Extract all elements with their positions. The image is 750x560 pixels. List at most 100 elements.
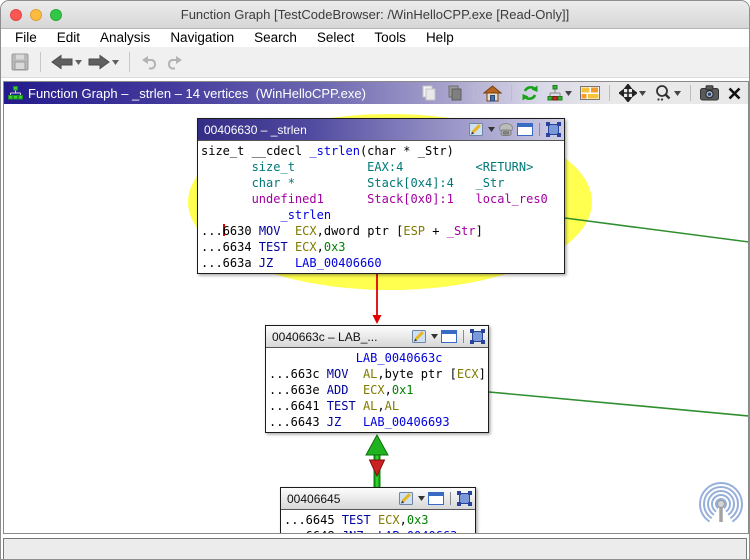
redo-button xyxy=(162,49,187,75)
forward-caret[interactable] xyxy=(112,60,119,65)
back-button[interactable] xyxy=(48,49,85,75)
copy-icon xyxy=(420,84,438,102)
graph-node-00406630[interactable]: 00406630 – _strlen size_t __cdecl _strle… xyxy=(197,118,565,274)
code-line[interactable]: size_t EAX:4 <RETURN> xyxy=(201,159,561,175)
panel-title: Function Graph – _strlen – 14 vertices (… xyxy=(28,86,366,101)
menu-edit[interactable]: Edit xyxy=(47,29,90,47)
edit-label-icon[interactable] xyxy=(412,329,428,344)
menu-navigation[interactable]: Navigation xyxy=(160,29,244,47)
undo-button xyxy=(137,49,162,75)
dropdown-caret[interactable] xyxy=(418,496,425,501)
minimize-window-button[interactable] xyxy=(30,9,42,21)
edge-loop-double-arrow xyxy=(366,435,388,487)
node-title: 00406630 – _strlen xyxy=(204,123,469,137)
refresh-button[interactable] xyxy=(519,83,541,103)
vertex-tool-icon[interactable] xyxy=(498,123,514,137)
layout-caret[interactable] xyxy=(565,91,572,96)
code-line[interactable]: ...6645 TEST ECX,0x3 xyxy=(284,512,472,528)
zoom-magnifier-icon xyxy=(654,84,672,102)
redo-icon xyxy=(165,55,184,70)
zoom-caret[interactable] xyxy=(674,91,681,96)
forward-arrow-icon xyxy=(88,54,110,70)
application-window: Function Graph [TestCodeBrowser: /WinHel… xyxy=(0,0,750,560)
full-view-icon[interactable] xyxy=(441,330,457,343)
block-format-icon xyxy=(580,86,600,100)
node-title: 0040663c – LAB_... xyxy=(272,330,412,344)
dropdown-caret[interactable] xyxy=(488,127,495,132)
menu-analysis[interactable]: Analysis xyxy=(90,29,160,47)
menu-tools[interactable]: Tools xyxy=(364,29,416,47)
group-selection-icon[interactable] xyxy=(546,122,561,137)
save-icon xyxy=(10,52,30,72)
group-selection-icon[interactable] xyxy=(457,491,472,506)
node-header[interactable]: 00406630 – _strlen xyxy=(198,119,564,141)
refresh-icon xyxy=(521,84,539,102)
code-line[interactable]: ...663e ADD ECX,0x1 xyxy=(269,382,485,398)
menu-help[interactable]: Help xyxy=(416,29,464,47)
function-graph-panel: Function Graph – _strlen – 14 vertices (… xyxy=(3,81,749,534)
code-line[interactable]: ...6641 TEST AL,AL xyxy=(269,398,485,414)
code-line[interactable]: char * Stack[0x4]:4 _Str xyxy=(201,175,561,191)
node-title: 00406645 xyxy=(287,492,399,506)
panel-header[interactable]: Function Graph – _strlen – 14 vertices (… xyxy=(4,82,748,104)
layout-icon xyxy=(547,85,563,101)
code-line[interactable]: undefined1 Stack[0x0]:1 local_res0 xyxy=(201,191,561,207)
pan-caret[interactable] xyxy=(639,91,646,96)
close-panel-button[interactable] xyxy=(725,85,744,102)
back-arrow-icon xyxy=(51,54,73,70)
traffic-lights xyxy=(10,9,62,21)
node-code-listing: size_t __cdecl _strlen(char * _Str) size… xyxy=(198,141,564,273)
duplicate-button[interactable] xyxy=(444,83,466,103)
block-format-button[interactable] xyxy=(578,85,602,101)
edge-jump-right-1 xyxy=(565,218,748,242)
back-caret[interactable] xyxy=(75,60,82,65)
panel-toolbar xyxy=(418,83,748,103)
zoom-button[interactable] xyxy=(652,83,683,103)
menu-select[interactable]: Select xyxy=(307,29,365,47)
pan-mode-button[interactable] xyxy=(617,83,648,103)
zoom-window-button[interactable] xyxy=(50,9,62,21)
function-graph-icon xyxy=(8,86,23,100)
node-code-listing: ...6645 TEST ECX,0x3...6648 JNZ LAB_0040… xyxy=(281,510,475,533)
code-line[interactable]: _strlen xyxy=(201,207,561,223)
node-header[interactable]: 00406645 xyxy=(281,488,475,510)
menu-file[interactable]: File xyxy=(5,29,47,47)
snapshot-button[interactable] xyxy=(698,84,721,102)
bottom-panel-edge xyxy=(3,538,747,559)
dropdown-caret[interactable] xyxy=(431,334,438,339)
code-line[interactable]: size_t __cdecl _strlen(char * _Str) xyxy=(201,143,561,159)
code-line[interactable]: ...6643 JZ LAB_00406693 xyxy=(269,414,485,430)
graph-viewport[interactable]: 00406630 – _strlen size_t __cdecl _strle… xyxy=(4,104,748,533)
code-line[interactable]: ...663c MOV AL,byte ptr [ECX] xyxy=(269,366,485,382)
code-line[interactable]: ...6630 MOV ECX,dword ptr [ESP + _Str] xyxy=(201,223,561,239)
close-window-button[interactable] xyxy=(10,9,22,21)
code-line[interactable]: ...663a JZ LAB_00406660 xyxy=(201,255,561,271)
edit-label-icon[interactable] xyxy=(469,122,485,137)
menu-search[interactable]: Search xyxy=(244,29,307,47)
menu-bar: File Edit Analysis Navigation Search Sel… xyxy=(1,29,749,47)
edit-label-icon[interactable] xyxy=(399,491,415,506)
graph-node-00406645[interactable]: 00406645 ...6645 TEST ECX,0x3...6648 JNZ… xyxy=(280,487,476,533)
layout-button[interactable] xyxy=(545,84,574,102)
save-button xyxy=(7,49,33,75)
copy-button xyxy=(418,83,440,103)
code-line[interactable]: ...6648 JNZ LAB_0040663c xyxy=(284,528,472,533)
forward-button[interactable] xyxy=(85,49,122,75)
full-view-icon[interactable] xyxy=(428,492,444,505)
toolbar-separator xyxy=(40,52,41,72)
window-title: Function Graph [TestCodeBrowser: /WinHel… xyxy=(71,1,679,29)
code-line[interactable]: LAB_0040663c xyxy=(269,350,485,366)
group-selection-icon[interactable] xyxy=(470,329,485,344)
graph-node-0040663c[interactable]: 0040663c – LAB_... LAB_0040663c...663c M… xyxy=(265,325,489,433)
home-button[interactable] xyxy=(481,84,504,103)
code-line[interactable]: ...6634 TEST ECX,0x3 xyxy=(201,239,561,255)
main-toolbar xyxy=(1,47,749,78)
node-header[interactable]: 0040663c – LAB_... xyxy=(266,326,488,348)
home-icon xyxy=(483,85,502,102)
satellite-view-icon[interactable] xyxy=(698,481,744,527)
titlebar[interactable]: Function Graph [TestCodeBrowser: /WinHel… xyxy=(1,1,749,29)
undo-icon xyxy=(140,55,159,70)
full-view-icon[interactable] xyxy=(517,123,533,136)
node-code-listing: LAB_0040663c...663c MOV AL,byte ptr [ECX… xyxy=(266,348,488,432)
toolbar-separator xyxy=(129,52,130,72)
